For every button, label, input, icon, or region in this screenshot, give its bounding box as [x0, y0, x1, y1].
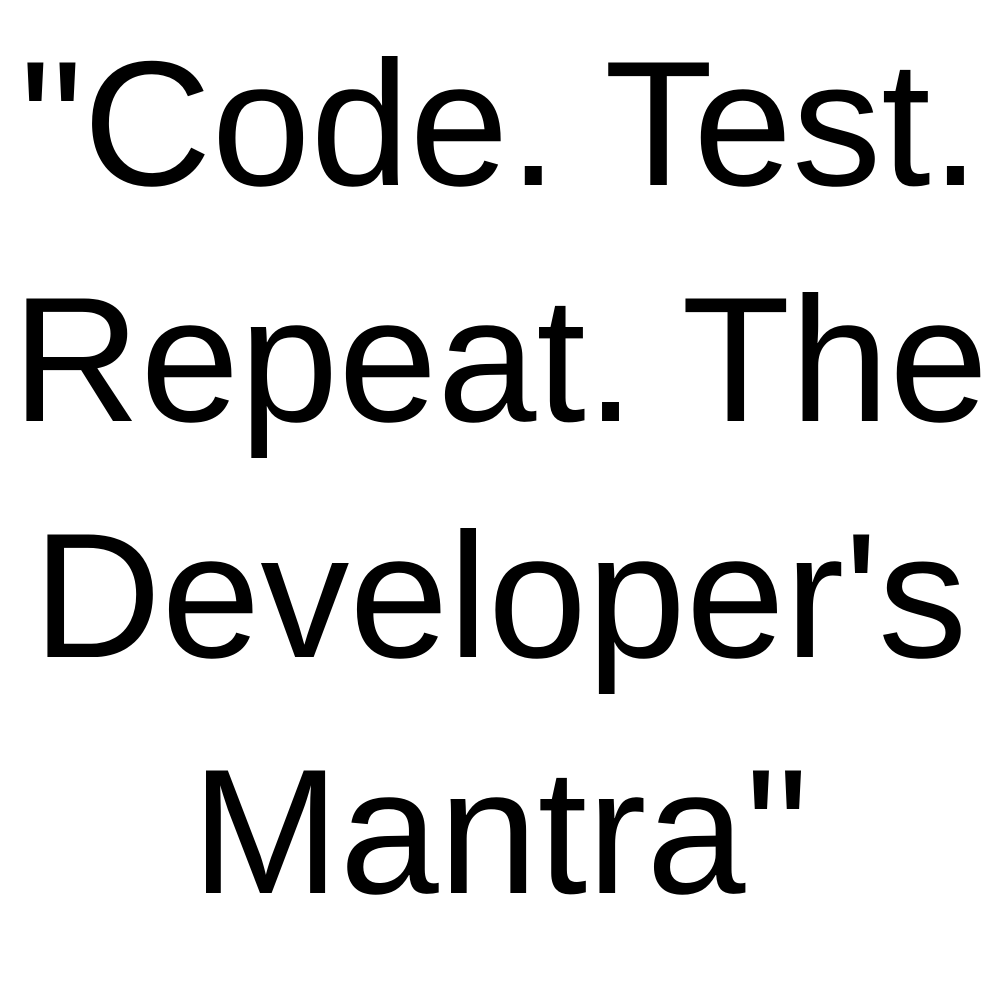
quote-line-4: Mantra" — [191, 732, 809, 931]
quote-line-3: Developer's — [32, 496, 968, 695]
quote-line-1: "Code. Test. — [19, 24, 981, 223]
quote-line-2: Repeat. The — [11, 260, 989, 459]
quote-text: "Code. Test. Repeat. The Developer's Man… — [0, 0, 1000, 950]
